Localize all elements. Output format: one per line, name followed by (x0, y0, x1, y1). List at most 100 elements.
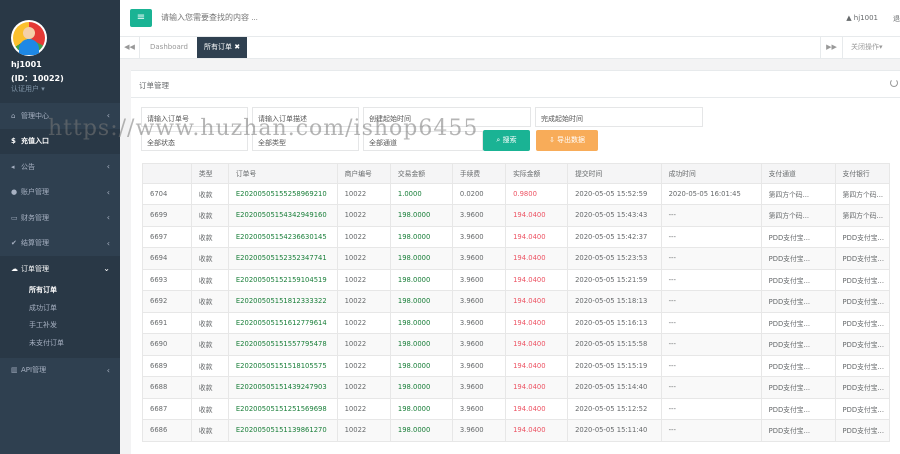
cell-channel: PDD支付宝... (760, 333, 836, 356)
cell-fee: 3.9600 (451, 354, 507, 377)
table-row[interactable]: 6690 收款 E20200505151557795478 10022 198.0000… (142, 333, 891, 356)
column-header[interactable]: 成功时间 (660, 163, 762, 184)
table-row[interactable]: 6687 收款 E20200505151251569698 10022 198.0000… (142, 397, 891, 420)
column-header[interactable]: 交易金额 (389, 163, 453, 184)
complete-time-input[interactable]: 完成起始时间 (535, 107, 703, 127)
cell-actual-amount: 194.0400 (505, 354, 569, 377)
column-header[interactable]: 手续费 (451, 163, 507, 184)
subnav-item-all-orders[interactable]: 所有订单 (0, 282, 120, 300)
cell-amount: 198.0000 (389, 354, 453, 377)
topbar-user[interactable]: ▲ hj1001 (846, 14, 878, 22)
table-row[interactable]: 6699 收款 E20200505154342949160 10022 198.0000… (142, 204, 891, 227)
divider (131, 97, 900, 98)
sidebar-item-dashboard[interactable]: ⌂ 管理中心 ‹ (0, 103, 120, 129)
table-row[interactable]: 6704 收款 E20200505155258969210 10022 1.0000 0.… (142, 182, 891, 205)
table-row[interactable]: 6686 收款 E20200505151139861270 10022 198.0000… (142, 419, 891, 442)
column-header[interactable]: 支付通道 (760, 163, 836, 184)
column-header[interactable]: 支付银行 (834, 163, 891, 184)
export-button[interactable]: ⇩ 导出数据 (536, 130, 598, 151)
profile-role-dropdown[interactable]: 认证用户 ▾ (11, 84, 120, 94)
cell-bank: PDD支付宝... (834, 268, 891, 291)
tab-all-orders[interactable]: 所有订单 ✖ (197, 37, 248, 58)
cell-channel: PDD支付宝... (760, 311, 836, 334)
refresh-icon[interactable] (890, 79, 898, 87)
cell-merchant: 10022 (336, 397, 391, 420)
column-header[interactable]: 实际金额 (505, 163, 569, 184)
cell-submit-time: 2020-05-05 15:15:19 (567, 354, 662, 377)
bullhorn-icon: ◂ (11, 162, 15, 171)
column-header[interactable]: 商户编号 (336, 163, 391, 184)
table-row[interactable]: 6693 收款 E20200505152159104519 10022 198.0000… (142, 268, 891, 291)
table-row[interactable]: 6688 收款 E20200505151439247903 10022 198.0000… (142, 376, 891, 399)
sidebar-item-finance[interactable]: ▭ 财务管理 ‹ (0, 205, 120, 231)
channel-select[interactable]: 全部通道 (363, 131, 483, 151)
tab-scroll-right-button[interactable]: ▶▶ (820, 37, 842, 58)
column-header[interactable]: 订单号 (227, 163, 338, 184)
cell-success-time: --- (660, 419, 762, 442)
cell-amount: 198.0000 (389, 204, 453, 227)
cell-submit-time: 2020-05-05 15:18:13 (567, 290, 662, 313)
sidebar-item-account[interactable]: ● 账户管理 ‹ (0, 180, 120, 206)
column-header[interactable] (142, 163, 192, 184)
table-row[interactable]: 6697 收款 E20200505154236630145 10022 198.0000… (142, 225, 891, 248)
column-header[interactable]: 提交时间 (567, 163, 662, 184)
cell-submit-time: 2020-05-05 15:42:37 (567, 225, 662, 248)
cell-amount: 1.0000 (389, 182, 453, 205)
sidebar-item-recharge[interactable]: $ 充值入口 (0, 128, 120, 154)
sidebar-item-orders[interactable]: ☁ 订单管理 ⌄ (0, 256, 120, 282)
cell-type: 收款 (190, 290, 229, 313)
cell-type: 收款 (190, 376, 229, 399)
cell-type: 收款 (190, 182, 229, 205)
cell-amount: 198.0000 (389, 290, 453, 313)
cell-amount: 198.0000 (389, 333, 453, 356)
search-input[interactable] (161, 13, 461, 22)
table-row[interactable]: 6694 收款 E20200505152352347741 10022 198.0000… (142, 247, 891, 270)
cell-channel: 第四方个码... (760, 182, 836, 205)
cell-actual-amount: 194.0400 (505, 419, 569, 442)
cell-channel: PDD支付宝... (760, 419, 836, 442)
menu-toggle-button[interactable]: ≡ (130, 9, 152, 27)
search-button[interactable]: ⌕ 搜索 (483, 130, 530, 151)
order-desc-input[interactable]: 请输入订单描述 (252, 107, 359, 127)
cell-order-no: E20200505151139861270 (227, 419, 338, 442)
orders-subnav: 所有订单 成功订单 手工补发 未支付订单 (0, 281, 120, 358)
sidebar-item-notice[interactable]: ◂ 公告 ‹ (0, 154, 120, 180)
sidebar-item-settlement[interactable]: ✔ 结算管理 ‹ (0, 231, 120, 257)
chevron-left-icon: ‹ (106, 162, 110, 172)
tabs-bar: ◀◀ Dashboard 所有订单 ✖ ▶▶ 关闭操作▾ (120, 37, 900, 59)
chevron-down-icon: ⌄ (103, 264, 110, 274)
subnav-item-success-orders[interactable]: 成功订单 (0, 299, 120, 317)
table-row[interactable]: 6691 收款 E20200505151612779614 10022 198.0000… (142, 311, 891, 334)
cell-success-time: --- (660, 376, 762, 399)
cell-order-no: E20200505151251569698 (227, 397, 338, 420)
subnav-item-manual-resend[interactable]: 手工补发 (0, 317, 120, 335)
sidebar-item-api[interactable]: ▥ API管理 ‹ (0, 358, 120, 384)
logout-link[interactable]: 退 (893, 14, 900, 24)
cell-actual-amount: 194.0400 (505, 311, 569, 334)
cell-fee: 3.9600 (451, 376, 507, 399)
column-header[interactable]: 类型 (190, 163, 229, 184)
table-row[interactable]: 6689 收款 E20200505151518105575 10022 198.0000… (142, 354, 891, 377)
order-no-input[interactable]: 请输入订单号 (141, 107, 248, 127)
type-select[interactable]: 全部类型 (252, 131, 359, 151)
subnav-item-unpaid-orders[interactable]: 未支付订单 (0, 334, 120, 352)
cell-amount: 198.0000 (389, 419, 453, 442)
avatar[interactable] (11, 20, 47, 56)
close-operations-dropdown[interactable]: 关闭操作▾ (842, 37, 900, 58)
tab-scroll-left-button[interactable]: ◀◀ (120, 37, 140, 58)
cell-order-no: E20200505152352347741 (227, 247, 338, 270)
status-select[interactable]: 全部状态 (141, 131, 248, 151)
cell-channel: PDD支付宝... (760, 376, 836, 399)
cell-success-time: --- (660, 311, 762, 334)
cell-order-no: E20200505151518105575 (227, 354, 338, 377)
cell-type: 收款 (190, 225, 229, 248)
cloud-icon: ☁ (11, 264, 18, 273)
cell-fee: 3.9600 (451, 225, 507, 248)
cell-bank: PDD支付宝... (834, 225, 891, 248)
tab-dashboard[interactable]: Dashboard (140, 37, 198, 58)
create-time-input[interactable]: 创建起始时间 (363, 107, 531, 127)
cell-merchant: 10022 (336, 333, 391, 356)
sidebar-nav-bottom: ▥ API管理 ‹ (0, 358, 120, 384)
check-icon: ✔ (11, 239, 17, 248)
table-row[interactable]: 6692 收款 E20200505151812333322 10022 198.0000… (142, 290, 891, 313)
